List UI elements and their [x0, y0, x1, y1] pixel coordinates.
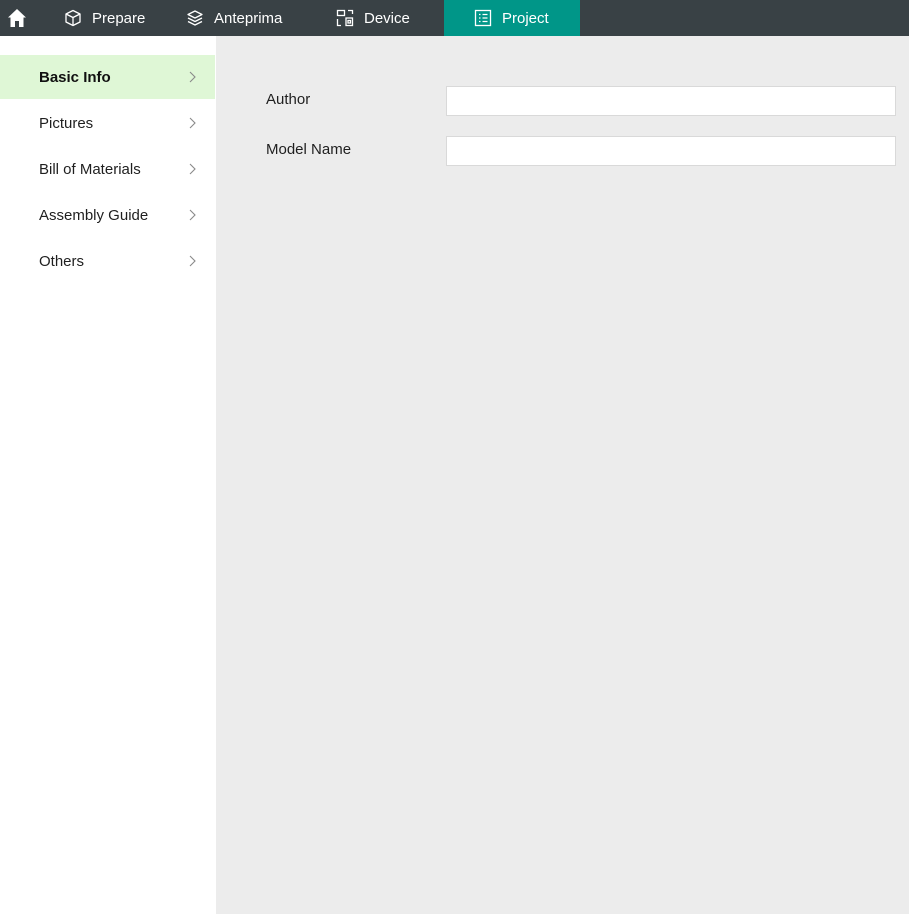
- cube-icon: [64, 9, 82, 27]
- chevron-right-icon: [189, 209, 196, 221]
- model-name-label: Model Name: [266, 141, 352, 158]
- basic-info-panel: Author Model Name: [216, 36, 909, 914]
- chevron-right-icon: [189, 255, 196, 267]
- sidebar-item-assembly-guide[interactable]: Assembly Guide: [0, 193, 215, 237]
- tab-project[interactable]: Project: [444, 0, 580, 36]
- chevron-right-icon: [189, 163, 196, 175]
- project-sidebar: Basic Info Pictures Bill of Materials As…: [0, 36, 216, 914]
- home-icon: [8, 9, 26, 27]
- sidebar-item-label: Others: [39, 252, 85, 270]
- tab-anteprima[interactable]: Anteprima: [164, 0, 310, 36]
- tab-anteprima-label: Anteprima: [214, 9, 283, 27]
- sidebar-item-bill-of-materials[interactable]: Bill of Materials: [0, 147, 215, 191]
- layers-icon: [186, 9, 204, 27]
- chevron-right-icon: [189, 71, 196, 83]
- sidebar-item-pictures[interactable]: Pictures: [0, 101, 215, 145]
- tab-prepare-label: Prepare: [92, 9, 146, 27]
- chevron-right-icon: [189, 117, 196, 129]
- tab-device-label: Device: [364, 9, 410, 27]
- model-name-input[interactable]: [446, 136, 896, 166]
- device-icon: [336, 9, 354, 27]
- tab-prepare[interactable]: Prepare: [34, 0, 164, 36]
- sidebar-item-others[interactable]: Others: [0, 239, 215, 283]
- sidebar-item-basic-info[interactable]: Basic Info: [0, 55, 215, 99]
- author-label: Author: [266, 91, 311, 108]
- sidebar-item-label: Basic Info: [39, 68, 111, 86]
- sidebar-item-label: Bill of Materials: [39, 160, 141, 178]
- sidebar-item-label: Pictures: [39, 114, 94, 132]
- author-input[interactable]: [446, 86, 896, 116]
- tab-project-label: Project: [502, 9, 549, 27]
- tab-device[interactable]: Device: [310, 0, 444, 36]
- project-icon: [474, 9, 492, 27]
- top-navigation-bar: Prepare Anteprima Device Project: [0, 0, 909, 36]
- sidebar-item-label: Assembly Guide: [39, 206, 149, 224]
- home-button[interactable]: [0, 0, 34, 36]
